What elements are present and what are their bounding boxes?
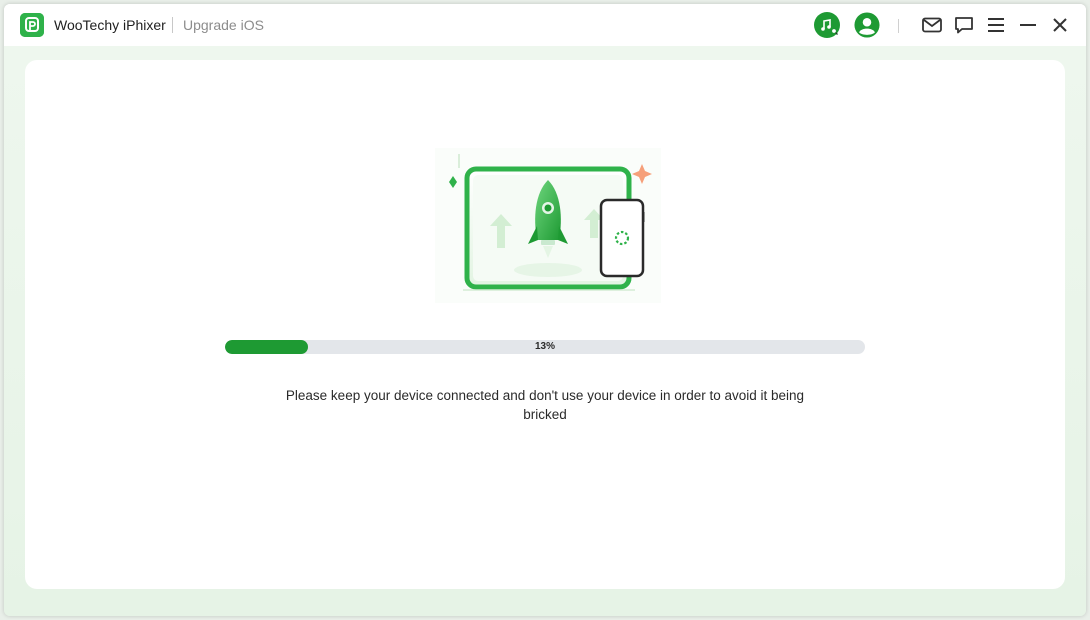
keep-connected-message: Please keep your device connected and do… (285, 388, 805, 422)
music-search-icon (814, 12, 840, 38)
mail-button[interactable] (919, 12, 945, 38)
menu-button[interactable] (983, 12, 1009, 38)
title-bar: WooTechy iPhixer Upgrade iOS (4, 4, 1086, 46)
app-window: WooTechy iPhixer Upgrade iOS 13% Please … (4, 4, 1086, 616)
module-title: Upgrade iOS (183, 17, 264, 33)
upgrade-illustration (435, 148, 661, 308)
app-logo-icon (20, 13, 44, 37)
upgrade-progress-bar: 13% (225, 340, 865, 354)
minimize-button[interactable] (1015, 12, 1041, 38)
app-title: WooTechy iPhixer (54, 17, 166, 33)
main-panel: 13% Please keep your device connected an… (25, 60, 1065, 589)
user-account-button[interactable] (854, 12, 880, 38)
mail-icon (922, 17, 942, 33)
chat-button[interactable] (951, 12, 977, 38)
close-icon (1053, 18, 1067, 32)
progress-percent: 13% (534, 341, 555, 352)
user-account-icon (854, 12, 880, 38)
chat-icon (955, 17, 973, 34)
title-separator (172, 17, 173, 33)
menu-icon (988, 18, 1004, 32)
close-button[interactable] (1047, 12, 1073, 38)
minimize-icon (1020, 24, 1036, 26)
music-search-button[interactable] (814, 12, 840, 38)
toolbar-divider (898, 19, 899, 33)
